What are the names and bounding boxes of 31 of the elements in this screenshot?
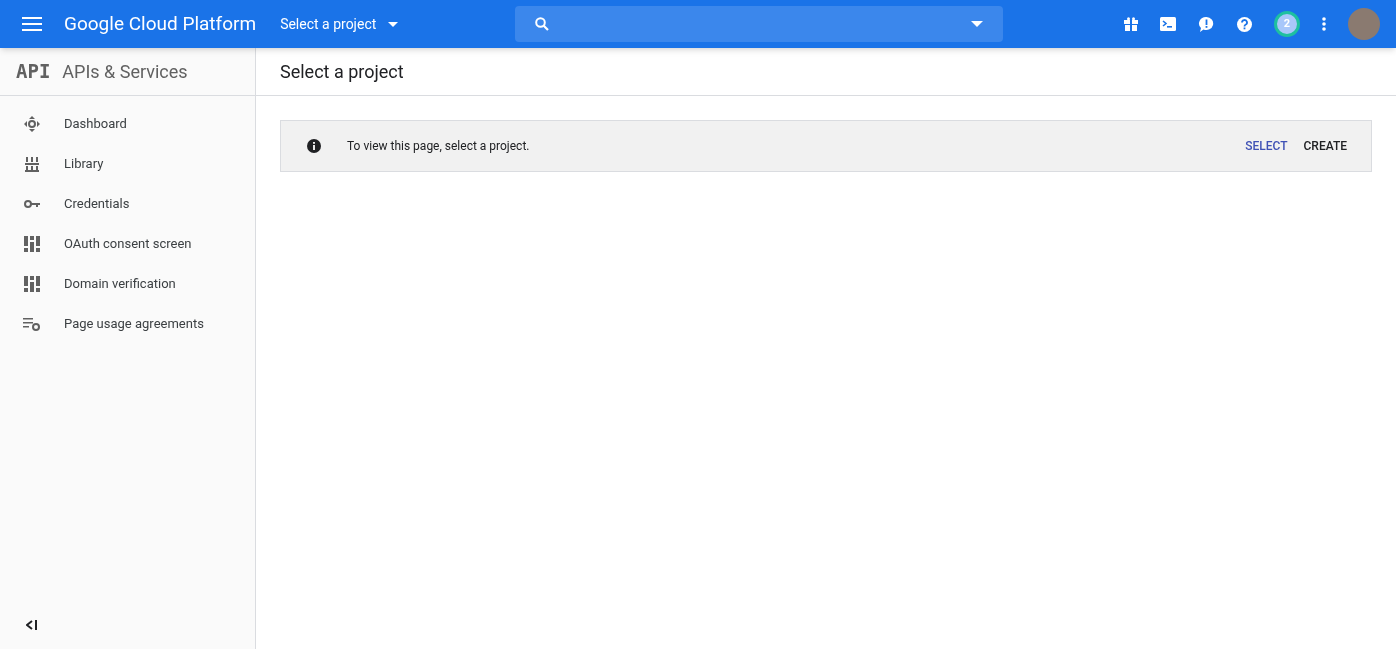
caret-icon [971, 21, 984, 27]
more-vertical-icon[interactable] [1322, 17, 1326, 31]
sidebar-item[interactable]: Dashboard [0, 104, 255, 144]
sidebar-item[interactable]: OAuth consent screen [0, 224, 255, 264]
feedback-icon[interactable] [1198, 15, 1215, 33]
product-title: Google Cloud Platform [64, 10, 257, 37]
search-icon [535, 17, 550, 31]
list-settings-icon [23, 317, 41, 331]
api-logo: API [16, 59, 51, 85]
collapse-icon[interactable] [26, 620, 38, 630]
info-icon [307, 139, 321, 153]
project-picker[interactable]: Select a project [280, 14, 399, 34]
page-title: Select a project [280, 60, 404, 84]
key-icon [24, 199, 40, 209]
banner-action[interactable]: SELECT [1245, 137, 1288, 155]
sidebar-item[interactable]: Library [0, 144, 255, 184]
search-field[interactable] [515, 6, 1004, 42]
grid-blocks-icon [24, 276, 40, 292]
sidebar-item[interactable]: Page usage agreements [0, 304, 255, 344]
sidebar-item[interactable]: Domain verification [0, 264, 255, 304]
grid-blocks-icon [24, 236, 40, 252]
banner-message: To view this page, select a project. [347, 138, 530, 155]
section-title: APIs & Services [62, 60, 188, 84]
caret-icon [388, 21, 399, 27]
library-icon [24, 156, 40, 172]
move-arrows-icon [23, 115, 41, 133]
terminal-icon[interactable] [1160, 17, 1176, 31]
banner-action[interactable]: CREATE [1303, 137, 1347, 155]
help-icon[interactable] [1237, 16, 1252, 32]
sidebar-item[interactable]: Credentials [0, 184, 255, 224]
gift-icon[interactable] [1124, 17, 1138, 31]
